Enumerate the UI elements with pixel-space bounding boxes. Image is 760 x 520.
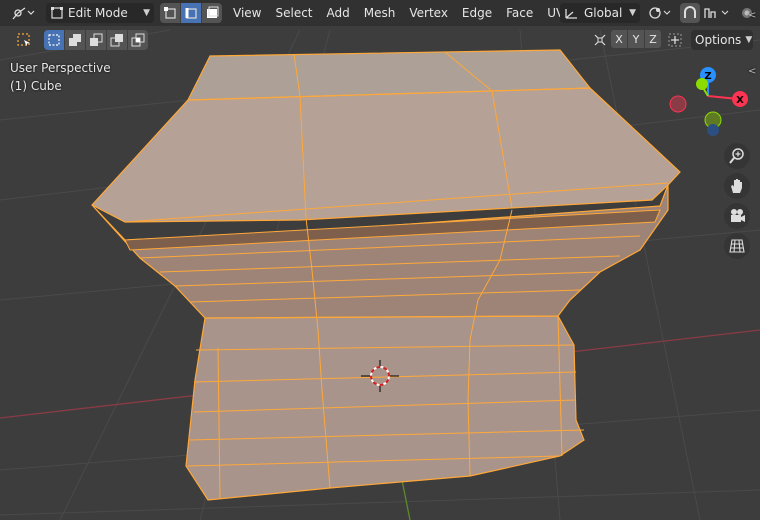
select-set-button[interactable] — [44, 30, 65, 50]
mirror-axes: X Y Z — [611, 30, 661, 48]
select-extend-button[interactable] — [65, 30, 86, 50]
mode-label: Edit Mode — [68, 6, 128, 20]
gizmo-x-label: X — [736, 95, 744, 106]
gizmo-neg-z-axis[interactable] — [707, 124, 719, 136]
orientation-icon — [565, 9, 577, 19]
mirror-x-toggle[interactable]: X — [611, 30, 628, 48]
zoom-button[interactable] — [724, 143, 750, 169]
select-extend-icon — [69, 34, 81, 46]
chevron-down-icon: ▼ — [745, 35, 753, 45]
pan-hand-icon — [731, 179, 742, 193]
vertex-select-button[interactable] — [160, 3, 181, 23]
select-subtract-icon — [90, 33, 103, 46]
menu-edge[interactable]: Edge — [455, 3, 499, 23]
select-intersect-icon — [131, 33, 145, 47]
gizmo-neg-x-axis[interactable] — [669, 95, 687, 113]
options-dropdown[interactable]: Options ▼ — [691, 30, 753, 50]
3d-viewport[interactable]: Z X Edit Mode ▼ View Select Add Mesh Ver… — [0, 0, 760, 520]
automerge-icon — [668, 33, 682, 47]
snap-icon — [684, 6, 696, 18]
falloff-dropdown[interactable] — [702, 3, 732, 23]
face-select-icon — [207, 6, 219, 18]
orientation-label: Global — [584, 6, 623, 20]
select-box-icon — [17, 33, 30, 46]
select-intersect-button[interactable] — [128, 30, 148, 50]
pan-button[interactable] — [724, 173, 750, 199]
ortho-toggle-button[interactable] — [724, 233, 750, 259]
snap-toggle[interactable] — [680, 3, 700, 23]
region-toggle-sidebar[interactable]: < — [748, 66, 756, 77]
menu-vertex[interactable]: Vertex — [402, 3, 455, 23]
select-set-icon — [48, 34, 60, 46]
pivot-dropdown[interactable] — [646, 3, 672, 23]
viewport-header: Edit Mode ▼ View Select Add Mesh Vertex … — [0, 0, 760, 26]
menu-view[interactable]: View — [226, 3, 268, 23]
gizmo-z-label: Z — [704, 71, 711, 82]
select-operation-group — [44, 30, 148, 50]
face-select-button[interactable] — [202, 3, 222, 23]
orientation-dropdown[interactable]: Global ▼ — [560, 3, 640, 23]
menu-select[interactable]: Select — [268, 3, 319, 23]
mirror-toggle[interactable] — [590, 30, 610, 50]
axis-editor-icon — [12, 7, 35, 20]
camera-icon — [731, 209, 745, 222]
automerge-toggle[interactable] — [665, 30, 685, 50]
menu-mesh[interactable]: Mesh — [357, 3, 403, 23]
mirror-icon — [594, 34, 606, 46]
grid-ortho-icon — [729, 239, 745, 253]
edit-mode-icon — [51, 7, 63, 19]
viewport-scene[interactable]: Z X — [0, 0, 760, 520]
chevron-down-icon: ▼ — [629, 8, 636, 18]
edge-select-button[interactable] — [181, 3, 202, 23]
object-label: (1) Cube — [10, 79, 62, 93]
tool-header: X Y Z Options ▼ — [0, 29, 760, 51]
editor-type-dropdown[interactable] — [6, 3, 40, 23]
mirror-y-toggle[interactable]: Y — [628, 30, 645, 48]
perspective-label: User Perspective — [10, 61, 111, 75]
cube-mesh[interactable] — [91, 49, 681, 501]
menu-add[interactable]: Add — [320, 3, 357, 23]
navigation-gizmo[interactable]: Z X — [669, 67, 748, 136]
menu-face[interactable]: Face — [499, 3, 540, 23]
falloff-icon — [704, 8, 729, 18]
select-difference-icon — [110, 34, 123, 47]
vertex-select-icon — [164, 7, 176, 19]
header-menus: View Select Add Mesh Vertex Edge Face UV — [226, 3, 571, 23]
select-box-tool[interactable] — [14, 30, 34, 50]
mirror-z-toggle[interactable]: Z — [645, 30, 661, 48]
camera-view-button[interactable] — [724, 203, 750, 229]
chevron-down-icon: ▼ — [143, 8, 150, 18]
mode-dropdown[interactable]: Edit Mode ▼ — [46, 3, 154, 23]
select-subtract-button[interactable] — [86, 30, 107, 50]
select-difference-button[interactable] — [107, 30, 128, 50]
region-toggle-top[interactable]: < — [748, 10, 756, 21]
edge-select-icon — [185, 8, 197, 19]
pivot-icon — [649, 7, 671, 19]
zoom-icon — [729, 148, 744, 164]
select-mode-group — [160, 3, 222, 23]
options-label: Options — [695, 33, 742, 47]
